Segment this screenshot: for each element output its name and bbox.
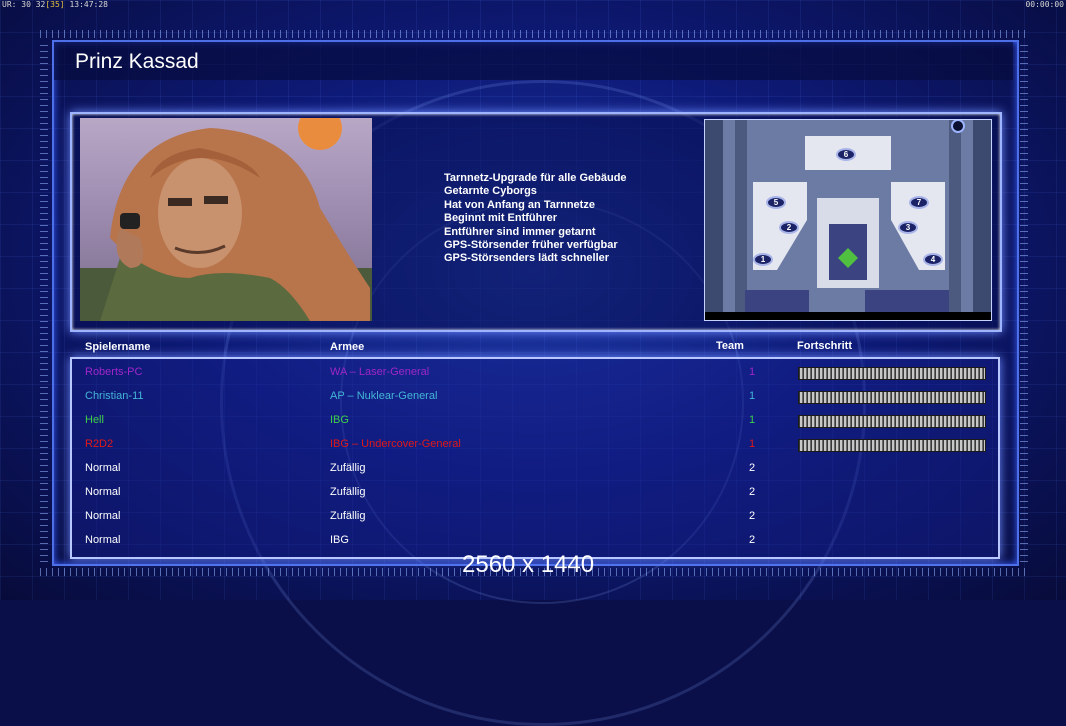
player-name[interactable]: R2D2 xyxy=(85,438,113,450)
header-army: Armee xyxy=(330,341,365,353)
player-row[interactable]: Hell IBG 1 xyxy=(72,409,994,433)
feature-item: Beginnt mit Entführer xyxy=(444,212,558,225)
player-team[interactable]: 2 xyxy=(745,534,759,546)
player-name[interactable]: Normal xyxy=(85,486,120,498)
header-team: Team xyxy=(716,340,744,352)
player-team[interactable]: 2 xyxy=(745,510,759,522)
player-team[interactable]: 1 xyxy=(745,438,759,450)
player-army[interactable]: AP – Nuklear-General xyxy=(330,390,437,402)
player-row[interactable]: Roberts-PC WA – Laser-General 1 xyxy=(72,361,994,385)
player-army[interactable]: IBG – Undercover-General xyxy=(330,438,461,450)
map-preview[interactable]: 1 2 3 4 5 6 7 xyxy=(704,119,992,321)
progress-bar xyxy=(798,439,986,452)
feature-item: Entführer sind immer getarnt xyxy=(444,225,596,238)
feature-item: Tarnnetz-Upgrade für alle Gebäude xyxy=(444,172,627,184)
status-left: UR: 30 32[35] 13:47:28 xyxy=(2,0,108,9)
player-team[interactable]: 2 xyxy=(745,486,759,498)
player-team[interactable]: 1 xyxy=(745,414,759,426)
player-army[interactable]: Zufällig xyxy=(330,462,365,474)
player-name[interactable]: Normal xyxy=(85,462,120,474)
player-army[interactable]: Zufällig xyxy=(330,510,365,522)
player-row[interactable]: Normal Zufällig 2 xyxy=(72,457,994,481)
portrait-image xyxy=(80,118,372,321)
player-team[interactable]: 1 xyxy=(745,390,759,402)
map-start-slot[interactable]: 6 xyxy=(836,148,856,161)
player-row[interactable]: Christian-11 AP – Nuklear-General 1 xyxy=(72,385,994,409)
map-start-slot[interactable]: 4 xyxy=(923,253,943,266)
player-army[interactable]: WA – Laser-General xyxy=(330,366,429,378)
progress-bar xyxy=(798,415,986,428)
resolution-label: 2560 x 1440 xyxy=(462,551,595,578)
header-player-name: Spielername xyxy=(85,341,151,353)
progress-bar xyxy=(798,391,986,404)
status-time: 13:47:28 xyxy=(69,0,108,9)
player-row[interactable]: Normal Zufällig 2 xyxy=(72,481,994,505)
general-title: Prinz Kassad xyxy=(75,50,199,73)
status-right: 00:00:00 xyxy=(1025,0,1064,9)
feature-item: Getarnte Cyborgs xyxy=(444,185,537,198)
ruler-left xyxy=(40,40,48,562)
general-portrait xyxy=(80,118,372,321)
feature-list: Tarnnetz-Upgrade für alle Gebäude Getarn… xyxy=(444,172,627,266)
status-stats: UR: 30 32 xyxy=(2,0,46,9)
player-name[interactable]: Normal xyxy=(85,534,120,546)
map-indicator-icon xyxy=(951,120,965,133)
player-row[interactable]: Normal Zufällig 2 xyxy=(72,505,994,529)
player-team[interactable]: 1 xyxy=(745,366,759,378)
ruler-top xyxy=(40,30,1030,38)
feature-item: Hat von Anfang an Tarnnetze xyxy=(444,198,595,211)
player-army[interactable]: IBG xyxy=(330,414,349,426)
player-team[interactable]: 2 xyxy=(745,462,759,474)
map-start-slot[interactable]: 3 xyxy=(898,221,918,234)
feature-item: GPS-Störsenders lädt schneller xyxy=(444,252,610,265)
player-army[interactable]: Zufällig xyxy=(330,486,365,498)
player-row[interactable]: R2D2 IBG – Undercover-General 1 xyxy=(72,433,994,457)
player-name[interactable]: Normal xyxy=(85,510,120,522)
progress-bar xyxy=(798,367,986,380)
map-start-slot[interactable]: 1 xyxy=(753,253,773,266)
header-progress: Fortschritt xyxy=(797,340,852,352)
status-bracket: [35] xyxy=(45,0,65,9)
player-name[interactable]: Hell xyxy=(85,414,104,426)
map-start-slot[interactable]: 7 xyxy=(909,196,929,209)
player-row[interactable]: Normal IBG 2 xyxy=(72,529,994,553)
feature-item: GPS-Störsender früher verfügbar xyxy=(444,239,618,252)
map-start-slot[interactable]: 2 xyxy=(779,221,799,234)
map-start-slot[interactable]: 5 xyxy=(766,196,786,209)
ruler-right xyxy=(1020,40,1028,562)
player-army[interactable]: IBG xyxy=(330,534,349,546)
player-name[interactable]: Roberts-PC xyxy=(85,366,142,378)
player-name[interactable]: Christian-11 xyxy=(85,390,144,402)
